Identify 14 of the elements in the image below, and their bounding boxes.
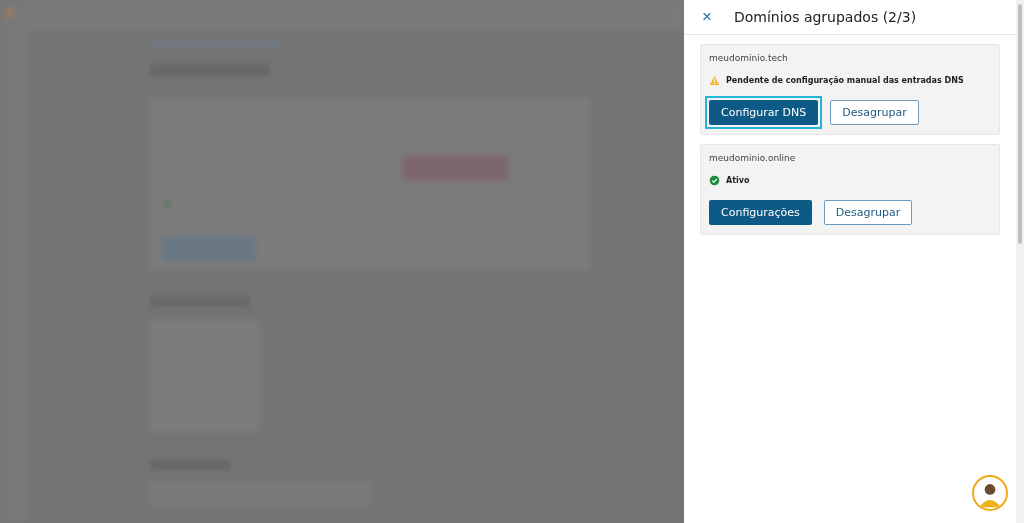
status-text: Pendente de configuração manual das entradas DNS xyxy=(726,76,964,85)
domain-name: meudominio.tech xyxy=(709,53,789,63)
close-button[interactable]: × xyxy=(698,7,716,27)
warning-icon xyxy=(709,75,720,86)
primary-button[interactable]: Configurar DNS xyxy=(709,100,819,125)
domain-name: meudominio.online xyxy=(709,153,797,163)
ungroup-button[interactable]: Desagrupar xyxy=(830,100,919,125)
primary-button[interactable]: Configurações xyxy=(709,200,812,225)
ungroup-button[interactable]: Desagrupar xyxy=(823,200,913,225)
check-circle-icon xyxy=(709,175,720,186)
assistant-avatar[interactable] xyxy=(972,475,1008,511)
panel-title: Domínios agrupados (2/3) xyxy=(733,9,917,25)
scrollbar[interactable] xyxy=(1016,0,1024,523)
status-text: Ativo xyxy=(726,176,750,185)
